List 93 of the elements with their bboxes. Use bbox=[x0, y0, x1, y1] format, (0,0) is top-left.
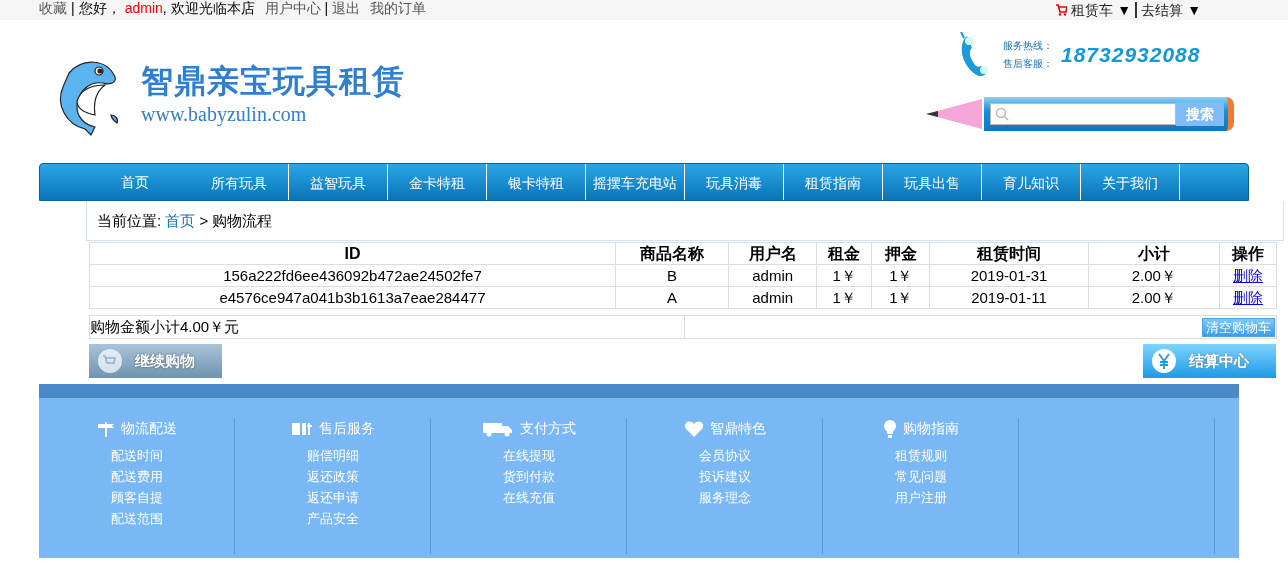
footer-link[interactable]: 会员协议 bbox=[698, 445, 751, 466]
hotline-label: 服务热线： bbox=[1003, 39, 1053, 53]
table-cell: e4576ce947a041b3b1613a7eae284477 bbox=[89, 286, 616, 309]
column-header: 租金 bbox=[816, 242, 872, 265]
nav-link[interactable]: 金卡特租 bbox=[388, 164, 487, 200]
cart-icon bbox=[97, 348, 123, 374]
nav-link[interactable]: 益智玩具 bbox=[289, 164, 388, 200]
separator-text: | bbox=[71, 0, 75, 18]
table-cell: admin bbox=[728, 264, 817, 287]
footer-link[interactable]: 服务理念 bbox=[698, 487, 751, 508]
table-cell: 2.00￥ bbox=[1088, 286, 1220, 309]
logout-link[interactable]: 退出 bbox=[332, 0, 361, 20]
clear-cart-button[interactable]: 清空购物车 bbox=[1202, 317, 1275, 337]
footer-heading: 智鼎特色 bbox=[709, 419, 766, 438]
footer-link[interactable]: 配送范围 bbox=[110, 508, 163, 529]
footer-link[interactable]: 常见问题 bbox=[894, 466, 947, 487]
nav-link[interactable]: 玩具消毒 bbox=[685, 164, 784, 200]
column-header: 押金 bbox=[871, 242, 930, 265]
receipt-icon bbox=[290, 420, 313, 437]
table-cell: 1￥ bbox=[871, 286, 930, 309]
nav-link[interactable]: 关于我们 bbox=[1081, 164, 1180, 200]
footer-link[interactable]: 返还政策 bbox=[306, 466, 359, 487]
footer-heading: 支付方式 bbox=[519, 419, 576, 438]
user-center-link[interactable]: 用户中心 bbox=[264, 0, 321, 20]
footer-link[interactable]: 配送费用 bbox=[110, 466, 163, 487]
search-field[interactable] bbox=[990, 103, 1176, 125]
favorite-link[interactable]: 收藏 bbox=[39, 0, 67, 20]
yen-icon bbox=[1151, 348, 1177, 374]
table-cell: admin bbox=[728, 286, 817, 309]
logo-url: www.babyzulin.com bbox=[141, 102, 308, 128]
footer-link[interactable]: 货到付款 bbox=[502, 466, 555, 487]
nav-link[interactable]: 银卡特租 bbox=[487, 164, 586, 200]
logo-title: 智鼎亲宝玩具租赁 bbox=[141, 63, 405, 99]
table-cell: 1￥ bbox=[816, 264, 872, 287]
heart-icon bbox=[683, 419, 704, 438]
greeting-text: 您好， bbox=[78, 0, 121, 18]
footer-link[interactable]: 投诉建议 bbox=[698, 466, 751, 487]
footer-link[interactable]: 配送时间 bbox=[110, 445, 163, 466]
breadcrumb-separator: > bbox=[199, 212, 209, 229]
nav-link[interactable]: 租赁指南 bbox=[784, 164, 883, 200]
footer-link[interactable]: 顾客自提 bbox=[110, 487, 163, 508]
welcome-text: , 欢迎光临本店 bbox=[162, 0, 255, 18]
footer-heading: 售后服务 bbox=[318, 419, 375, 438]
checkout-link[interactable]: 去结算 bbox=[1141, 2, 1184, 18]
footer-heading: 购物指南 bbox=[902, 419, 959, 438]
footer-link[interactable]: 租赁规则 bbox=[894, 445, 947, 466]
breadcrumb-home-link[interactable]: 首页 bbox=[165, 212, 196, 229]
continue-shopping-button[interactable]: 继续购物 bbox=[89, 344, 222, 378]
orders-link[interactable]: 我的订单 bbox=[370, 0, 427, 20]
nav-link[interactable]: 育儿知识 bbox=[982, 164, 1081, 200]
table-cell: 1￥ bbox=[816, 286, 872, 309]
footer-link[interactable]: 用户注册 bbox=[894, 487, 947, 508]
table-cell: B bbox=[615, 264, 729, 287]
footer-link[interactable]: 在线提现 bbox=[502, 445, 555, 466]
footer-heading: 物流配送 bbox=[120, 419, 177, 438]
signpost-icon bbox=[96, 420, 115, 437]
phone-number: 18732932088 bbox=[1061, 42, 1201, 69]
breadcrumb-label: 当前位置: bbox=[97, 212, 162, 229]
nav-link[interactable]: 玩具出售 bbox=[883, 164, 982, 200]
checkout-center-button[interactable]: 结算中心 bbox=[1143, 344, 1276, 378]
column-header: 用户名 bbox=[728, 242, 817, 265]
nav-link[interactable]: 所有玩具 bbox=[190, 164, 289, 200]
nav-link[interactable]: 摇摆车充电站 bbox=[586, 164, 685, 200]
cart-link[interactable]: 租赁车 bbox=[1071, 2, 1114, 18]
aftersales-label: 售后客服： bbox=[1003, 57, 1053, 71]
column-header: ID bbox=[89, 242, 616, 265]
table-cell: A bbox=[615, 286, 729, 309]
search-icon bbox=[995, 107, 1009, 121]
table-cell: 156a222fd6ee436092b472ae24502fe7 bbox=[89, 264, 616, 287]
table-cell: 2019-01-11 bbox=[929, 286, 1089, 309]
separator-text: | bbox=[324, 0, 329, 18]
nav-link[interactable]: 首页 bbox=[80, 164, 190, 200]
search-button[interactable]: 搜索 bbox=[1176, 102, 1224, 126]
footer-link[interactable]: 赔偿明细 bbox=[306, 445, 359, 466]
footer-link[interactable]: 在线充值 bbox=[502, 487, 555, 508]
caret-icon: ▼ bbox=[1117, 2, 1132, 18]
caret-icon: ▼ bbox=[1187, 2, 1201, 18]
column-header: 租赁时间 bbox=[929, 242, 1089, 265]
cart-total-text: 购物金额小计4.00￥元 bbox=[90, 316, 685, 338]
table-cell: 2019-01-31 bbox=[929, 264, 1089, 287]
column-header: 操作 bbox=[1219, 242, 1277, 265]
truck-icon bbox=[481, 420, 514, 437]
footer-link[interactable]: 产品安全 bbox=[306, 508, 359, 529]
column-header: 商品名称 bbox=[615, 242, 729, 265]
table-cell: 2.00￥ bbox=[1088, 264, 1220, 287]
pencil-tip-icon bbox=[926, 97, 984, 131]
footer-link[interactable]: 返还申请 bbox=[306, 487, 359, 508]
breadcrumb-current: 购物流程 bbox=[212, 212, 273, 229]
column-header: 小计 bbox=[1088, 242, 1220, 265]
table-cell: 1￥ bbox=[871, 264, 930, 287]
lightbulb-icon bbox=[882, 418, 897, 439]
cart-icon bbox=[1055, 4, 1068, 16]
username-text: admin bbox=[124, 0, 163, 18]
